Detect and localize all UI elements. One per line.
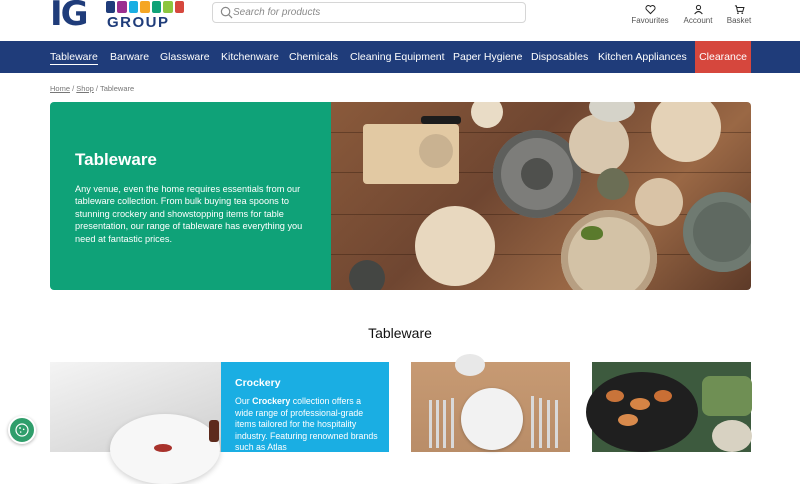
- crockery-text-bold[interactable]: Crockery: [252, 396, 290, 406]
- hero-banner: Tableware Any venue, even the home requi…: [50, 102, 751, 290]
- section-title: Tableware: [368, 325, 432, 341]
- nav-item-kitchenware[interactable]: Kitchenware: [221, 41, 279, 73]
- basket-label: Basket: [726, 16, 752, 25]
- nav-label: Barware: [110, 51, 150, 63]
- account-label: Account: [683, 16, 713, 25]
- cookie-settings-button[interactable]: [8, 416, 36, 444]
- header: IG GROUP Favourites Account Basket: [0, 0, 800, 41]
- breadcrumb-home[interactable]: Home: [50, 84, 70, 93]
- user-icon: [693, 4, 703, 15]
- breadcrumb-sep: /: [95, 84, 99, 93]
- nav-item-tableware[interactable]: Tableware: [50, 41, 98, 73]
- cookie-icon: [15, 423, 29, 437]
- hero-image: [331, 102, 751, 290]
- search-icon: [220, 6, 233, 19]
- nav-item-chemicals[interactable]: Chemicals: [289, 41, 338, 73]
- crockery-description: Our Crockery collection offers a wide ra…: [235, 396, 380, 454]
- breadcrumb-sep: /: [72, 84, 75, 93]
- nav-item-disposables[interactable]: Disposables: [531, 41, 588, 73]
- crockery-title: Crockery: [235, 377, 281, 389]
- nav-item-barware[interactable]: Barware: [110, 41, 149, 73]
- heart-icon: [644, 5, 656, 15]
- logo-text: GROUP: [107, 14, 170, 31]
- basket-link[interactable]: Basket: [714, 4, 764, 25]
- nav-label: Kitchenware: [221, 51, 279, 63]
- breadcrumb-shop[interactable]: Shop: [76, 84, 94, 93]
- nav-label: Disposables: [531, 51, 589, 63]
- logo-mark: IG: [50, 0, 89, 34]
- hero-title: Tableware: [75, 150, 157, 169]
- favourites-label: Favourites: [631, 16, 669, 25]
- hero-text-panel: Tableware Any venue, even the home requi…: [50, 102, 331, 290]
- hero-description: Any venue, even the home requires essent…: [75, 184, 303, 244]
- crockery-text-pre: Our: [235, 396, 253, 406]
- nav-item-paper-hygiene[interactable]: Paper Hygiene: [453, 41, 522, 73]
- nav-item-cleaning-equipment[interactable]: Cleaning Equipment: [350, 41, 445, 73]
- nav-label: Paper Hygiene: [453, 51, 523, 63]
- main-nav: Tableware Barware Glassware Kitchenware …: [0, 41, 800, 73]
- nav-label: Chemicals: [289, 51, 339, 63]
- logo-icons: [106, 1, 184, 13]
- crockery-card[interactable]: Crockery Our Crockery collection offers …: [221, 362, 389, 452]
- nav-item-glassware[interactable]: Glassware: [160, 41, 210, 73]
- nav-label: Cleaning Equipment: [350, 51, 445, 63]
- search-input[interactable]: [233, 4, 521, 21]
- nav-item-clearance[interactable]: Clearance: [695, 41, 751, 73]
- favourites-link[interactable]: Favourites: [625, 4, 675, 25]
- nav-label: Kitchen Appliances: [598, 51, 687, 63]
- nav-item-kitchen-appliances[interactable]: Kitchen Appliances: [598, 41, 687, 73]
- breadcrumb: Home / Shop / Tableware: [50, 84, 134, 93]
- breadcrumb-current: Tableware: [99, 84, 135, 93]
- nav-label: Tableware: [50, 51, 98, 65]
- kitchenware-card-image[interactable]: [586, 362, 752, 452]
- cutlery-card-image[interactable]: [411, 354, 570, 452]
- nav-label: Glassware: [160, 51, 210, 63]
- search-box[interactable]: [212, 2, 526, 23]
- basket-icon: [734, 5, 745, 14]
- ig-group-logo[interactable]: IG GROUP: [50, 0, 190, 34]
- crockery-image[interactable]: [50, 362, 221, 484]
